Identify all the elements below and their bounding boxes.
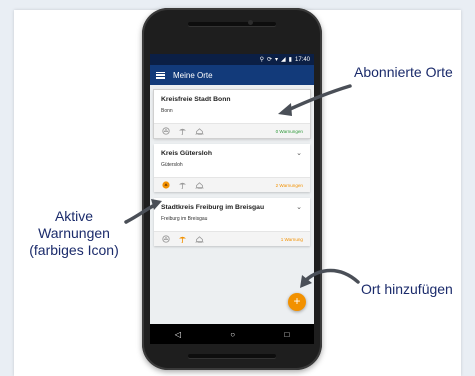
status-bar: ⚲ ⟳ ▾ ◢ ▮ 17:40: [150, 54, 314, 65]
chevron-down-icon[interactable]: ⌄: [296, 149, 302, 157]
warning-count: 2 Warnungen: [275, 182, 303, 188]
location-list: Kreisfreie Stadt Bonn Bonn 0 Warnungen K…: [150, 85, 314, 246]
phone-speaker: [188, 22, 276, 26]
flood-icon: [195, 181, 204, 190]
active-warning-icon: [161, 181, 170, 190]
annotation-line: (farbiges Icon): [29, 242, 119, 258]
card-footer: 1 Warnung: [154, 231, 310, 246]
warning-type-icon: [161, 127, 170, 136]
android-nav-bar: ◁ ○ □: [150, 324, 314, 344]
card-title: Kreis Gütersloh: [161, 150, 212, 157]
card-subtitle: Freiburg im Breisgau: [161, 216, 208, 222]
warning-count: 1 Warnung: [280, 236, 303, 242]
weather-icon: [178, 181, 187, 190]
sync-icon: ⟳: [267, 56, 273, 63]
card-header: Kreis Gütersloh Gütersloh ⌄: [154, 144, 310, 177]
flood-icon: [195, 127, 204, 136]
recents-icon[interactable]: □: [284, 330, 289, 339]
signal-icon: ◢: [281, 56, 286, 63]
location-card[interactable]: Kreisfreie Stadt Bonn Bonn 0 Warnungen: [154, 90, 310, 138]
phone-device: ⚲ ⟳ ▾ ◢ ▮ 17:40 Meine Orte Kreisfreie St…: [142, 8, 322, 370]
warning-count: 0 Warnungen: [275, 128, 303, 134]
card-header: Kreisfreie Stadt Bonn Bonn: [154, 90, 310, 123]
add-location-button[interactable]: +: [288, 293, 306, 311]
annotation-aktive-warnungen: Aktive Warnungen (farbiges Icon): [18, 208, 130, 259]
card-title: Kreisfreie Stadt Bonn: [161, 96, 231, 103]
phone-camera: [248, 20, 253, 25]
card-subtitle: Gütersloh: [161, 162, 183, 168]
phone-screen: ⚲ ⟳ ▾ ◢ ▮ 17:40 Meine Orte Kreisfreie St…: [150, 54, 314, 344]
weather-icon: [178, 127, 187, 136]
card-header: Stadtkreis Freiburg im Breisgau Freiburg…: [154, 198, 310, 231]
phone-speaker: [188, 354, 276, 358]
back-icon[interactable]: ◁: [175, 330, 181, 339]
app-bar: Meine Orte: [150, 65, 314, 85]
card-footer: 0 Warnungen: [154, 123, 310, 138]
annotation-line: Warnungen: [38, 225, 110, 241]
warning-type-icon: [161, 235, 170, 244]
wifi-icon: ▾: [275, 56, 279, 63]
annotation-line: Aktive: [54, 208, 94, 224]
flood-icon: [195, 235, 204, 244]
location-icon: ⚲: [259, 56, 264, 63]
location-card[interactable]: Stadtkreis Freiburg im Breisgau Freiburg…: [154, 198, 310, 246]
location-card[interactable]: Kreis Gütersloh Gütersloh ⌄ 2 Warnungen: [154, 144, 310, 192]
status-time: 17:40: [294, 56, 310, 63]
home-icon[interactable]: ○: [230, 330, 235, 339]
card-footer: 2 Warnungen: [154, 177, 310, 192]
card-title: Stadtkreis Freiburg im Breisgau: [161, 204, 265, 211]
hamburger-menu-icon[interactable]: [156, 71, 165, 79]
battery-icon: ▮: [288, 56, 292, 63]
active-weather-icon: [178, 235, 187, 244]
chevron-down-icon[interactable]: ⌄: [296, 203, 302, 211]
annotation-abonnierte-orte: Abonnierte Orte: [354, 64, 453, 80]
card-subtitle: Bonn: [161, 108, 173, 114]
annotation-ort-hinzufuegen: Ort hinzufügen: [361, 281, 453, 297]
app-title: Meine Orte: [173, 70, 213, 80]
